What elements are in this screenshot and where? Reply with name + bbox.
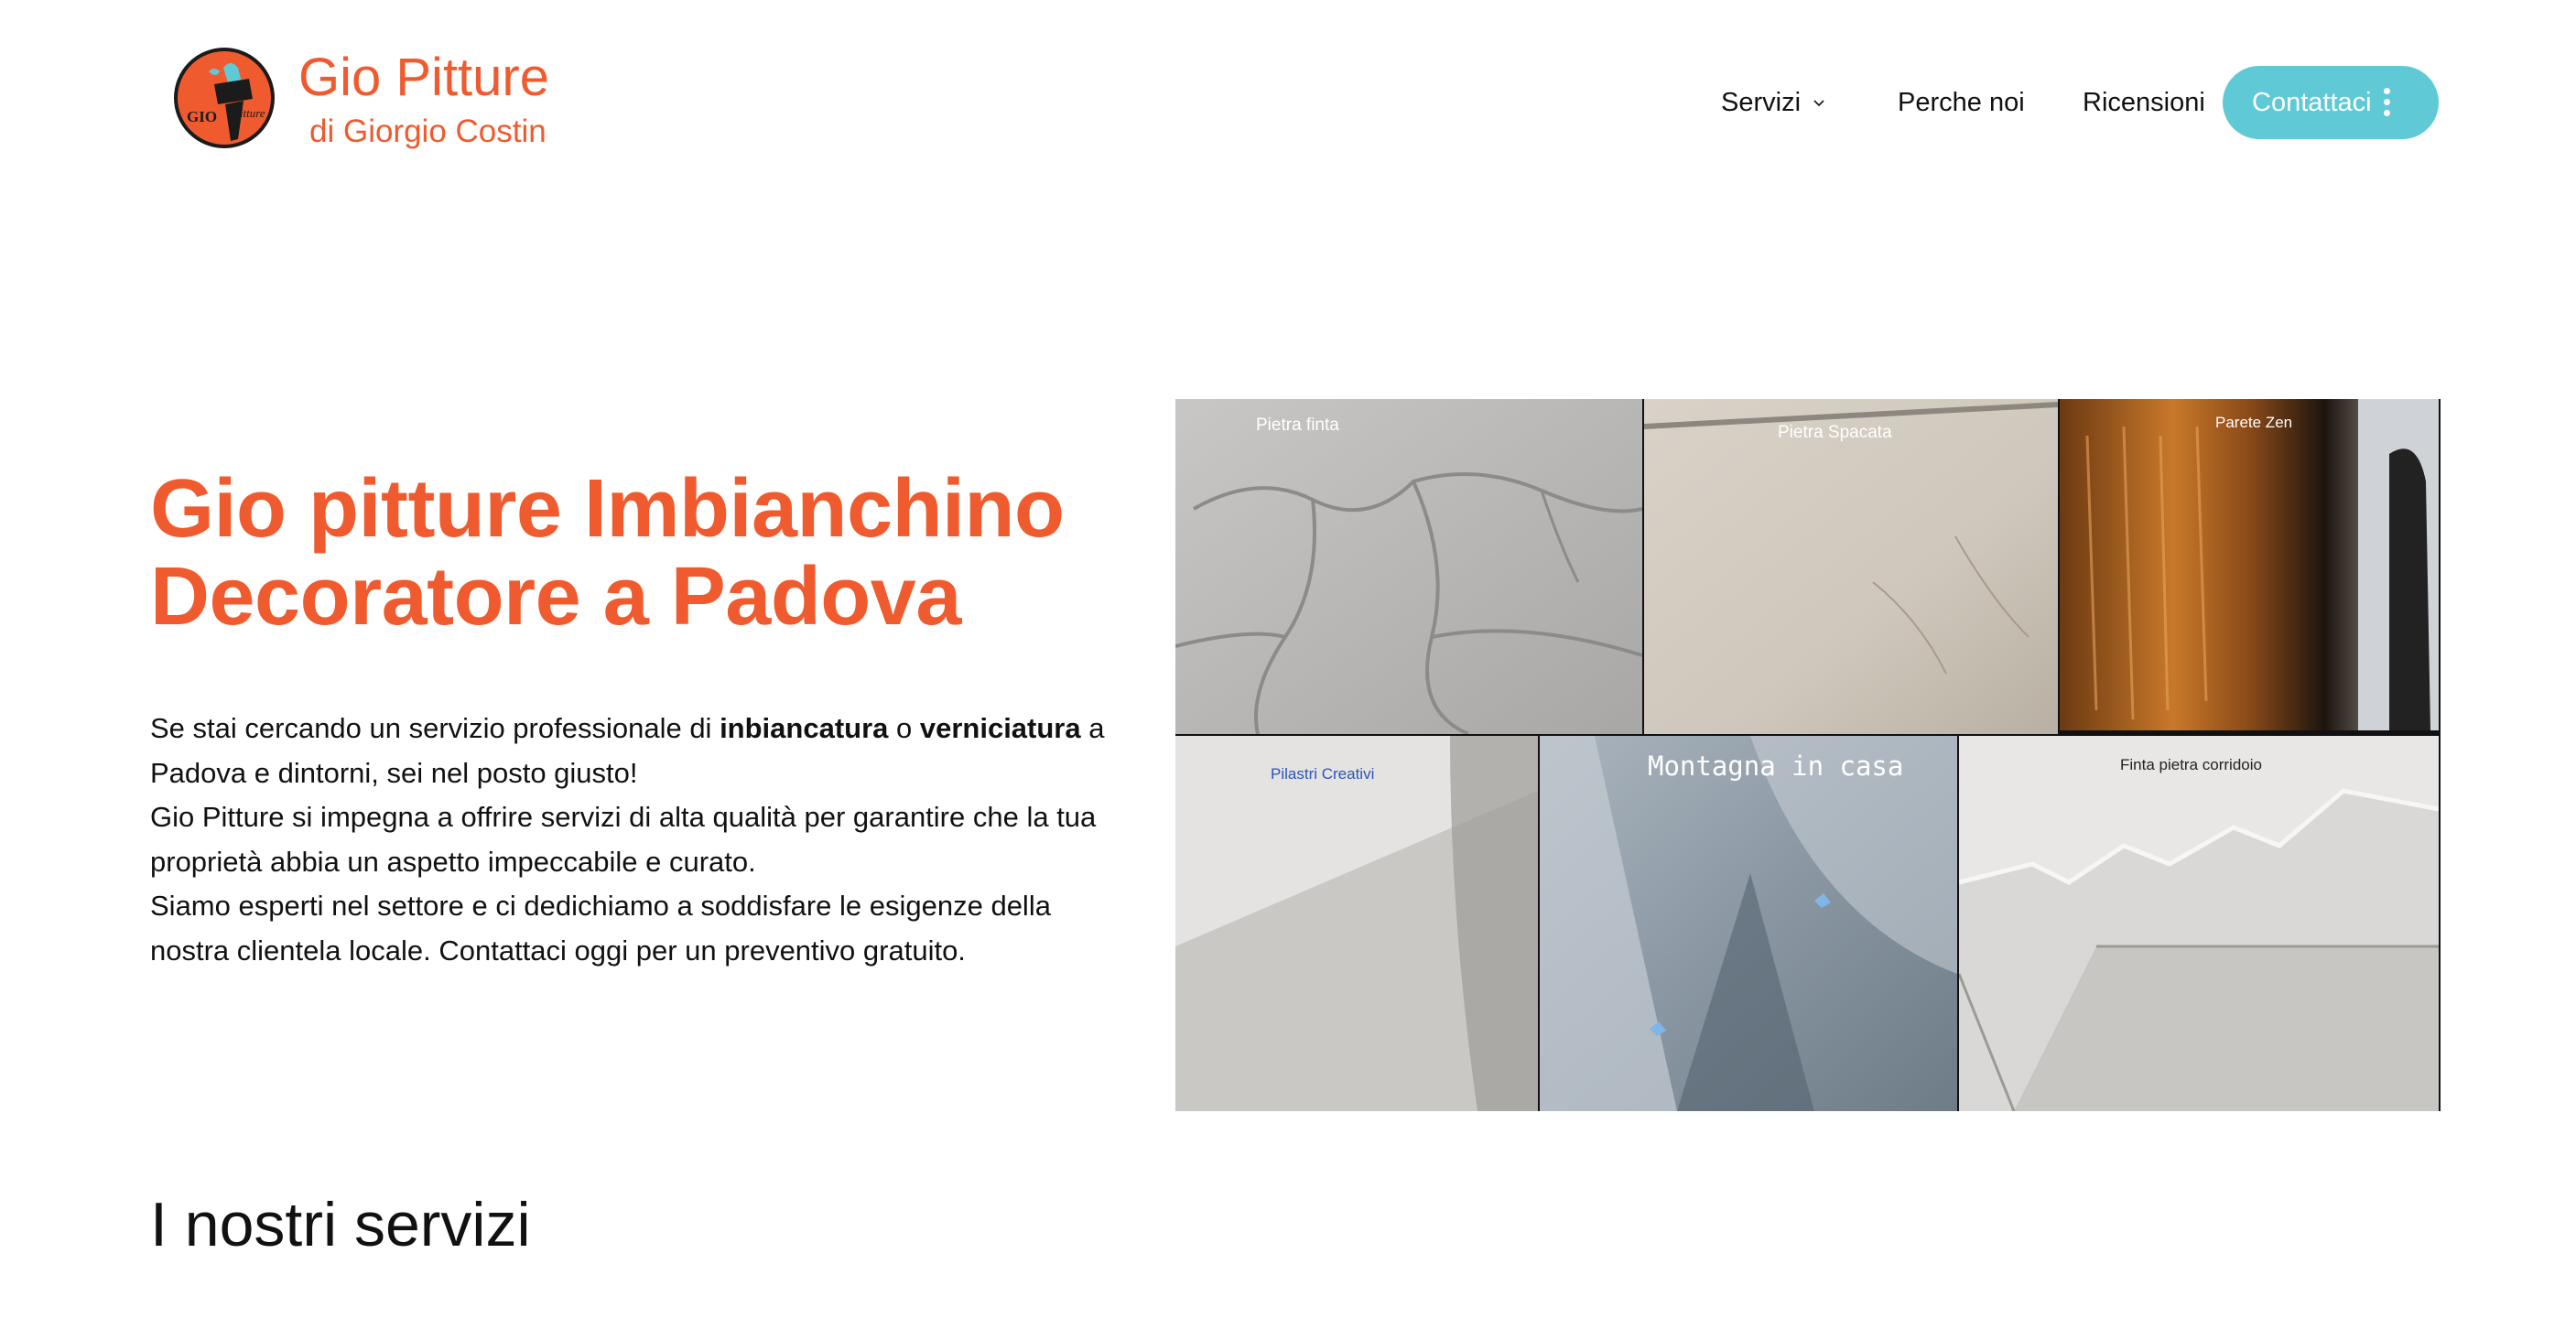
text: o: [888, 712, 920, 744]
nav-item-label: Perche noi: [1898, 87, 2025, 117]
collage-tile-pietra-spacata: Pietra Spacata: [1644, 399, 2058, 734]
contact-button-label: Contattaci: [2252, 87, 2372, 117]
tile-label: Montagna in casa: [1648, 751, 1904, 782]
tile-label: Pietra finta: [1256, 416, 1339, 435]
logo-emblem: GIO Pitture: [174, 48, 275, 148]
hero-paragraph-2: Gio Pitture si impegna a offrire servizi…: [150, 801, 1097, 878]
tile-label: Parete Zen: [2215, 414, 2293, 431]
logo[interactable]: GIO Pitture: [174, 48, 275, 148]
logo-text-gio: GIO: [187, 108, 218, 125]
collage-tile-finta-pietra-corridoio: Finta pietra corridoio: [1959, 736, 2439, 1111]
collage-tile-pietra-finta: Pietra finta: [1175, 399, 1642, 734]
keyword-verniciatura: verniciatura: [919, 712, 1081, 744]
nav-item-ricensioni[interactable]: Ricensioni: [2083, 66, 2205, 139]
nav-item-label: Ricensioni: [2083, 87, 2205, 117]
collage-tile-pilastri-creativi: Pilastri Creativi: [1175, 736, 1538, 1111]
hero-paragraph-1: Se stai cercando un servizio professiona…: [150, 707, 1120, 795]
nav-item-perche-noi[interactable]: Perche noi: [1898, 66, 2025, 139]
portfolio-collage: Pietra finta Pietra Spacata Parete Zen P…: [1175, 399, 2441, 1111]
brand-subtitle: di Giorgio Costin: [309, 113, 547, 149]
tile-label: Pilastri Creativi: [1271, 765, 1375, 783]
keyword-inbiancatura: inbiancatura: [720, 712, 889, 744]
collage-tile-parete-zen: Parete Zen: [2060, 399, 2439, 730]
brand-name[interactable]: Gio Pitture di Giorgio Costin: [298, 48, 549, 152]
hero-title: Gio pitture Imbianchino Decoratore a Pad…: [150, 463, 1065, 643]
nav-item-servizi[interactable]: Servizi: [1721, 66, 1826, 139]
contact-button[interactable]: Contattaci: [2223, 66, 2439, 139]
services-section-title: I nostri servizi: [150, 1190, 531, 1259]
tile-label: Pietra Spacata: [1778, 423, 1892, 442]
chevron-down-icon: [1813, 100, 1824, 107]
collage-tile-montagna-in-casa: Montagna in casa: [1540, 736, 1957, 1111]
nav-item-label: Servizi: [1721, 87, 1802, 117]
more-vertical-icon: [2384, 88, 2391, 119]
tile-label: Finta pietra corridoio: [2120, 756, 2262, 773]
logo-text-pitture: Pitture: [233, 106, 265, 120]
brand-title: Gio Pitture: [298, 48, 549, 107]
text: Se stai cercando un servizio professiona…: [150, 712, 720, 744]
hero-paragraph-3: Siamo esperti nel settore e ci dedichiam…: [150, 890, 1051, 967]
hero-description: Se stai cercando un servizio professiona…: [150, 707, 1120, 974]
